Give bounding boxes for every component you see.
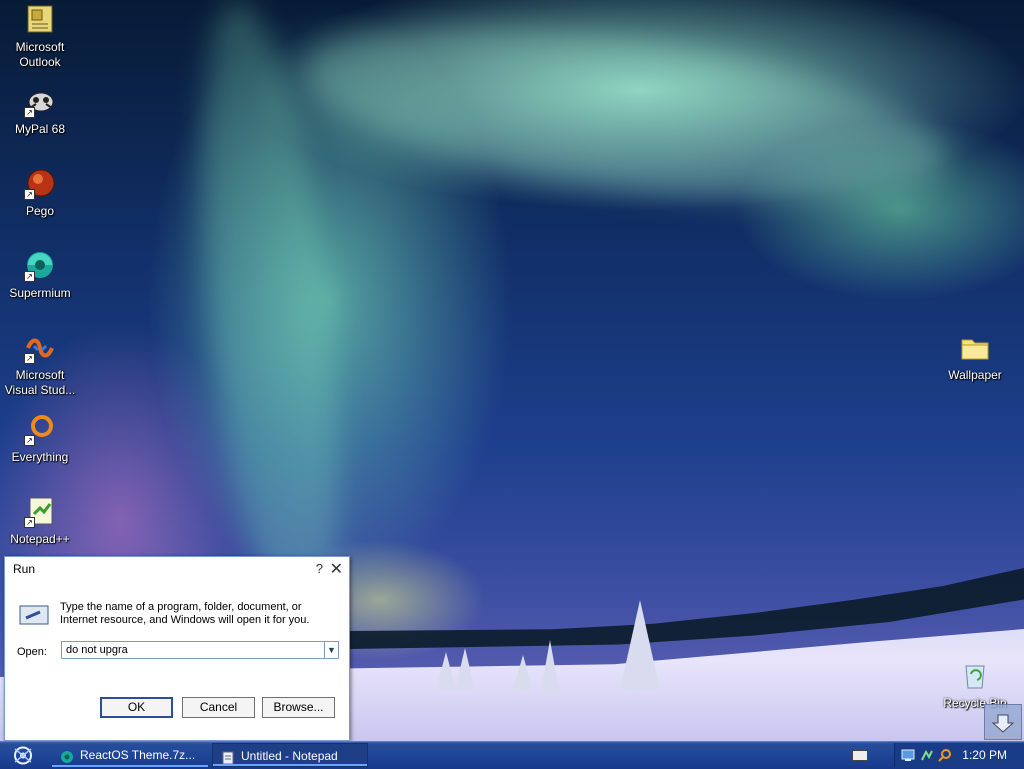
notepad-icon <box>221 749 235 765</box>
run-description: Type the name of a program, folder, docu… <box>60 601 310 626</box>
desktop-icon-mypal[interactable]: ↗ MyPal 68 <box>0 86 80 137</box>
taskbar-item-label: ReactOS Theme.7z... <box>80 748 196 762</box>
shortcut-arrow-icon: ↗ <box>24 517 35 528</box>
ok-button[interactable]: OK <box>100 697 173 718</box>
desktop-icon-label: Supermium <box>9 286 71 300</box>
desktop-icon-outlook[interactable]: Microsoft Outlook <box>0 4 80 70</box>
run-title: Run <box>13 562 36 576</box>
tree-decoration <box>455 648 475 690</box>
run-titlebar[interactable]: Run ? ✕ <box>5 557 349 581</box>
pego-icon: ↗ <box>24 168 56 200</box>
desktop-icon-everything[interactable]: ↗ Everything <box>0 414 80 465</box>
shortcut-arrow-icon: ↗ <box>24 353 35 364</box>
arrow-down-icon <box>991 714 1015 733</box>
taskbar: ReactOS Theme.7z... Untitled - Notepad 1… <box>0 741 1024 769</box>
outlook-icon <box>24 4 56 36</box>
shortcut-arrow-icon: ↗ <box>24 189 35 200</box>
desktop-icon-wallpaper[interactable]: Wallpaper <box>935 332 1015 383</box>
aurora-decoration <box>292 0 958 235</box>
open-input[interactable] <box>61 641 325 659</box>
keyboard-icon[interactable] <box>852 750 868 761</box>
folder-icon <box>959 332 991 364</box>
clock[interactable]: 1:20 PM <box>962 748 1007 762</box>
treeline-decoration <box>350 568 1024 649</box>
desktop-icon-pego[interactable]: ↗ Pego <box>0 168 80 219</box>
desktop-icon-label: Microsoft Visual Stud... <box>4 368 76 397</box>
browse-button[interactable]: Browse... <box>262 697 335 718</box>
open-dropdown-button[interactable]: ▼ <box>325 641 339 659</box>
help-button[interactable]: ? <box>316 561 323 576</box>
taskbar-item-indicator <box>52 765 208 767</box>
taskbar-item-indicator <box>213 764 367 766</box>
tree-decoration <box>436 652 456 690</box>
tree-decoration <box>620 600 660 690</box>
everything-icon: ↗ <box>24 414 56 446</box>
tree-decoration <box>513 655 533 691</box>
open-label: Open: <box>17 646 47 658</box>
tree-decoration <box>540 640 560 696</box>
close-button[interactable]: ✕ <box>330 559 343 579</box>
desktop-icon-label: MyPal 68 <box>14 122 66 136</box>
system-tray: 1:20 PM <box>894 743 1024 767</box>
run-icon <box>18 603 50 627</box>
start-button[interactable] <box>8 745 38 766</box>
desktop-icon-label: Notepad++ <box>10 532 70 546</box>
desktop-icon-label: Microsoft Outlook <box>15 40 65 69</box>
taskbar-item-label: Untitled - Notepad <box>241 749 338 763</box>
desktop-icon-notepadpp[interactable]: ↗ Notepad++ <box>0 496 80 547</box>
mypal-icon: ↗ <box>24 86 56 118</box>
search-icon[interactable] <box>938 748 952 762</box>
reactos-logo-icon <box>14 746 32 765</box>
shortcut-arrow-icon: ↗ <box>24 435 35 446</box>
recycle-bin-icon <box>959 660 991 692</box>
shortcut-arrow-icon: ↗ <box>24 271 35 282</box>
desktop-icon-label: Wallpaper <box>948 368 1002 382</box>
cancel-button[interactable]: Cancel <box>182 697 255 718</box>
notepadpp-icon: ↗ <box>24 496 56 528</box>
desktop-icon-label: Everything <box>11 450 69 464</box>
desktop-icon-supermium[interactable]: ↗ Supermium <box>0 250 80 301</box>
show-desktop-button[interactable] <box>984 704 1022 740</box>
taskbar-item-reactos-theme[interactable]: ReactOS Theme.7z... <box>52 743 208 767</box>
supermium-icon <box>60 748 74 763</box>
network-icon[interactable] <box>901 748 915 762</box>
visual-studio-icon: ↗ <box>24 332 56 364</box>
desktop-icon-visual-studio[interactable]: ↗ Microsoft Visual Stud... <box>0 332 80 398</box>
taskbar-item-notepad[interactable]: Untitled - Notepad <box>212 743 368 767</box>
chevron-down-icon: ▼ <box>327 645 336 655</box>
shortcut-arrow-icon: ↗ <box>24 107 35 118</box>
run-dialog: Run ? ✕ Type the name of a program, fold… <box>4 556 350 741</box>
supermium-icon: ↗ <box>24 250 56 282</box>
security-icon[interactable] <box>920 748 934 762</box>
desktop-icon-label: Pego <box>25 204 55 218</box>
